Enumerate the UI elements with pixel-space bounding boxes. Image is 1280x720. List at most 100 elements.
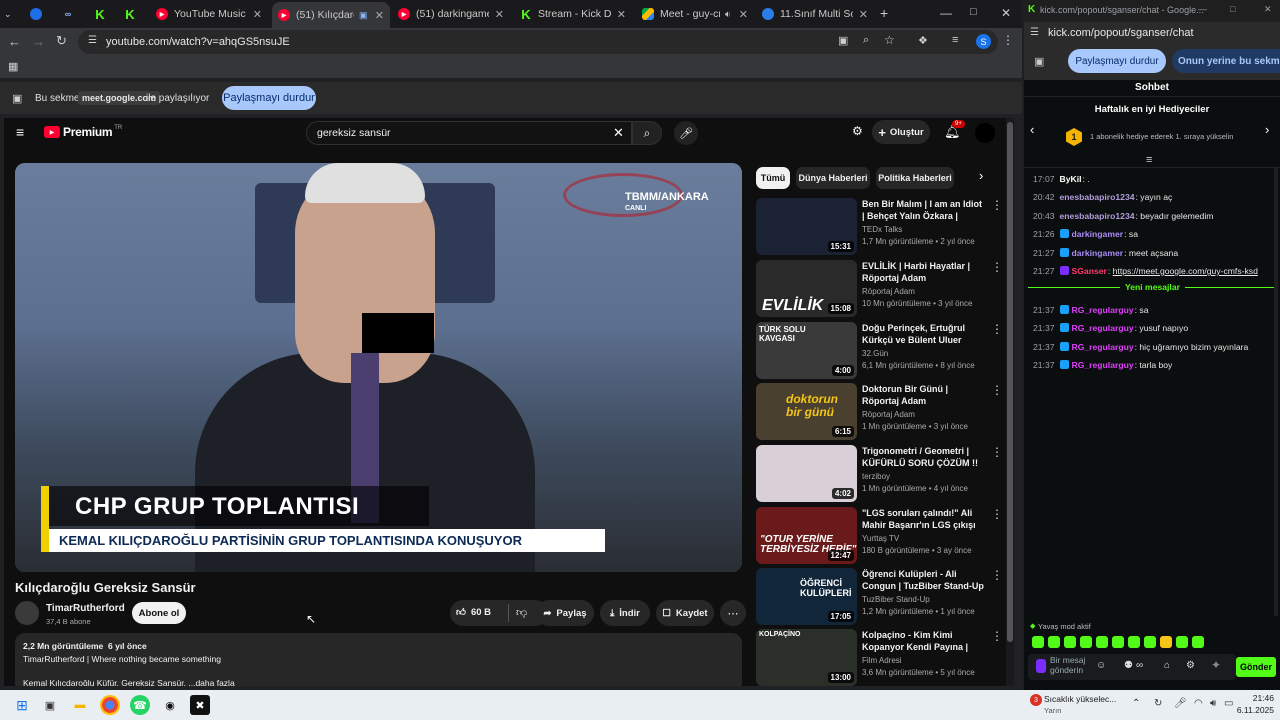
close-icon[interactable]: ✕ <box>489 8 510 21</box>
chat-input[interactable]: Bir mesaj gönderin ☺ ⚉ ∞ ⌂ ⚙ ✦ <box>1028 654 1236 680</box>
close-icon[interactable]: ✕ <box>369 9 390 22</box>
emote-icon[interactable] <box>1144 636 1156 648</box>
chip-all[interactable]: Tümü <box>756 167 790 189</box>
emote-icon[interactable] <box>1064 636 1076 648</box>
channel-name[interactable]: TimarRutherford <box>46 603 125 614</box>
extensions-icon[interactable]: ❖ <box>918 34 928 47</box>
share-this-tab-instead-button[interactable]: Onun yerine bu sekmeyi p <box>1172 49 1280 73</box>
subscribe-button[interactable]: Abone ol <box>132 602 186 624</box>
clock-time[interactable]: 21:46 <box>1232 693 1274 703</box>
tab-meet[interactable]: Meet - guy-cmfs 🔉︎ ✕ <box>638 3 754 25</box>
link-icon[interactable]: ∞ <box>1136 660 1143 671</box>
kick-address-bar[interactable]: ☰ kick.com/popout/sganser/chat <box>1024 22 1280 44</box>
tab-pinned-2[interactable]: ∞ <box>62 3 88 25</box>
more-vertical-icon[interactable]: ⋮ <box>991 629 1003 643</box>
site-info-icon[interactable]: ☰ <box>1030 27 1039 38</box>
microphone-icon[interactable]: 🎤︎ <box>1174 698 1187 709</box>
chat-scrollbar[interactable] <box>1274 168 1278 616</box>
message-username[interactable]: RG_regularguy <box>1072 305 1134 315</box>
stop-sharing-button[interactable]: Paylaşmayı durdur <box>222 86 316 110</box>
more-vertical-icon[interactable]: ⋮ <box>991 507 1003 521</box>
maximize-button[interactable]: □ <box>1230 4 1235 14</box>
more-vertical-icon[interactable]: ⋮ <box>991 445 1003 459</box>
emote-icon[interactable] <box>1160 636 1172 648</box>
video-player[interactable]: TBMM/ANKARA CANLI CHP GRUP TOPLANTISI KE… <box>15 163 742 572</box>
more-vertical-icon[interactable]: ⋮ <box>991 322 1003 336</box>
tab-soru-bankasi[interactable]: 11.Sınıf Multi Soru B ✕ <box>758 3 874 25</box>
message-username[interactable]: ByKil <box>1060 174 1082 184</box>
reload-icon[interactable]: ↻ <box>56 33 67 49</box>
message-username[interactable]: RG_regularguy <box>1072 342 1134 352</box>
emote-icon[interactable] <box>1096 636 1108 648</box>
save-button[interactable]: ☐ Kaydet <box>656 600 714 626</box>
cast-icon[interactable]: ⚙ <box>852 124 863 138</box>
close-icon[interactable]: ✕ <box>733 8 754 21</box>
sync-icon[interactable]: ↻ <box>1154 698 1162 709</box>
close-icon[interactable]: ✕ <box>611 8 632 21</box>
chevron-right-icon[interactable]: › <box>1265 122 1269 137</box>
task-view-icon[interactable]: ▣ <box>40 695 60 715</box>
voice-search-button[interactable]: 🎤︎ <box>674 121 698 145</box>
people-icon[interactable]: ⚉ <box>1124 660 1133 671</box>
menu-kebab-icon[interactable]: ⋮ <box>1002 33 1014 47</box>
media-control-icon[interactable]: ≡ <box>952 34 958 46</box>
recommendation-item[interactable]: KOLPAÇİNO 13:00 Kolpaçino - Kim Kimi Kopa… <box>756 629 1006 686</box>
dislike-button[interactable]: 👎︎ <box>516 606 527 619</box>
chevron-right-icon[interactable]: › <box>979 168 983 183</box>
avatar[interactable] <box>975 123 995 143</box>
new-tab-button[interactable]: + <box>880 5 888 21</box>
scrollbar[interactable] <box>1006 118 1014 686</box>
close-window-button[interactable]: ✕ <box>1001 6 1011 20</box>
store-icon[interactable]: ⌂ <box>1164 660 1170 671</box>
maximize-button[interactable]: □ <box>970 6 977 18</box>
message-username[interactable]: RG_regularguy <box>1072 323 1134 333</box>
message-username[interactable]: SGanser <box>1072 266 1107 276</box>
more-vertical-icon[interactable]: ⋮ <box>991 568 1003 582</box>
tab-kick-dashboard[interactable]: K Stream - Kick Dashb ✕ <box>516 3 632 25</box>
chip-world-news[interactable]: Dünya Haberleri <box>796 167 870 189</box>
close-icon[interactable]: ✕ <box>853 8 874 21</box>
emote-icon[interactable] <box>1176 636 1188 648</box>
emote-icon[interactable] <box>1048 636 1060 648</box>
recommendation-item[interactable]: "OTUR YERİNE TERBİYESİZ HERİF" 12:47 "LGS … <box>756 507 1006 565</box>
search-input[interactable]: gereksiz sansür ✕ <box>306 121 632 145</box>
emote-icon[interactable] <box>1080 636 1092 648</box>
file-explorer-icon[interactable]: ▬ <box>70 695 90 715</box>
message-username[interactable]: enesbabapiro1234 <box>1060 192 1135 202</box>
youtube-logo[interactable]: ▶ Premium TR <box>44 125 122 139</box>
clear-search-icon[interactable]: ✕ <box>613 125 624 141</box>
emote-icon[interactable] <box>1192 636 1204 648</box>
more-vertical-icon[interactable]: ⋮ <box>991 198 1003 212</box>
message-link[interactable]: https://meet.google.com/guy-cmfs-ksd <box>1113 266 1258 276</box>
close-icon[interactable]: ✕ <box>247 8 268 21</box>
bookmark-star-icon[interactable]: ☆ <box>884 33 895 47</box>
chip-politics-news[interactable]: Politika Haberleri <box>876 167 954 189</box>
site-info-icon[interactable]: ☰ <box>88 35 97 46</box>
message-username[interactable]: darkingamer <box>1072 248 1124 258</box>
windows-start-icon[interactable]: ⊞ <box>12 695 32 715</box>
tab-pinned-3[interactable]: K <box>94 3 120 25</box>
create-button[interactable]: + Oluştur <box>872 120 930 144</box>
address-bar[interactable]: ☰ youtube.com/watch?v=ahqGS5nsuJE ▣ ⌕ ☆ <box>78 30 998 54</box>
like-button[interactable]: 👍︎ 60 B <box>456 606 491 619</box>
apps-grid-icon[interactable]: ▦ <box>8 60 18 73</box>
wifi-icon[interactable]: ◠ <box>1194 698 1203 709</box>
install-app-icon[interactable]: ▣ <box>838 34 848 47</box>
hamburger-menu-icon[interactable]: ≡ <box>16 124 24 140</box>
tab-darkingamer[interactable]: ▶ (51) darkingamer - Y ✕ <box>394 3 510 25</box>
chevron-up-icon[interactable]: ⌃ <box>1132 698 1140 709</box>
minimize-button[interactable]: — <box>1198 4 1207 14</box>
recommendation-item[interactable]: 15:31 Ben Bir Malım | I am an Idiot | Be… <box>756 198 1006 256</box>
obs-icon[interactable]: ◉ <box>160 695 180 715</box>
kick-stop-sharing-button[interactable]: Paylaşmayı durdur <box>1068 49 1166 73</box>
send-button[interactable]: Gönder <box>1236 657 1276 677</box>
emote-icon[interactable] <box>1112 636 1124 648</box>
recommendation-item[interactable]: EVLİLİK 15:08 EVLİLİK | Harbi Hayatlar | … <box>756 260 1006 318</box>
download-button[interactable]: ⤓ İndir <box>600 600 650 626</box>
scrollbar-thumb[interactable] <box>1007 122 1013 642</box>
volume-icon[interactable]: 🔊︎ <box>1210 698 1216 709</box>
channel-avatar[interactable] <box>15 601 39 625</box>
more-vertical-icon[interactable]: ⋮ <box>991 260 1003 274</box>
emote-icon[interactable] <box>1128 636 1140 648</box>
chevron-left-icon[interactable]: ‹ <box>1030 122 1034 137</box>
